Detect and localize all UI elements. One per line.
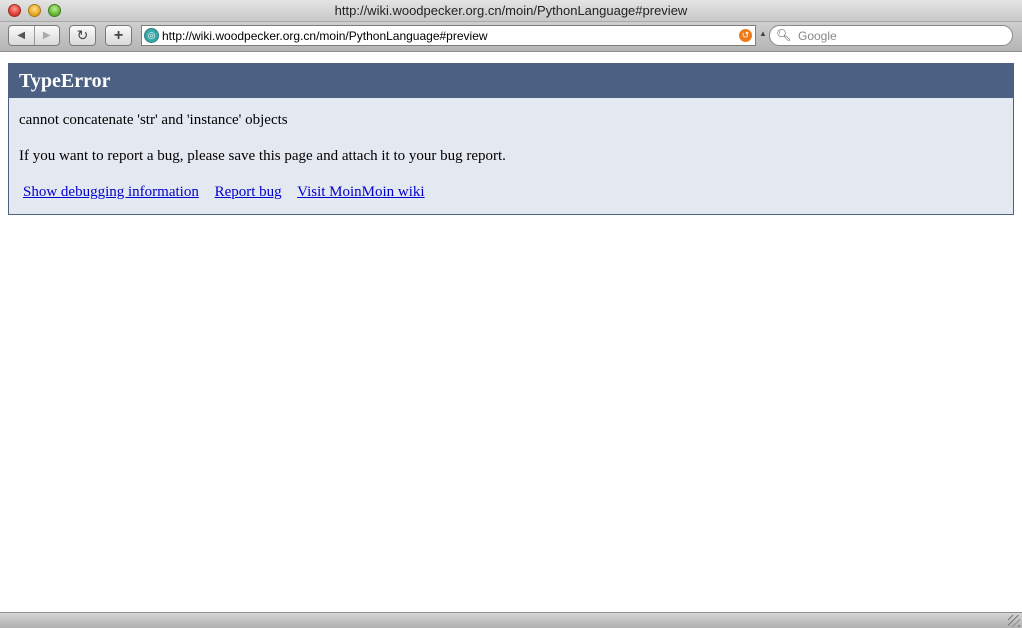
- back-arrow-icon: ◀: [17, 30, 26, 41]
- address-bar[interactable]: ◎ http://wiki.woodpecker.org.cn/moin/Pyt…: [141, 25, 756, 46]
- status-bar: [0, 612, 1022, 628]
- reload-icon: ↻: [76, 27, 89, 43]
- browser-toolbar: ◀ ▶ ↻ + ◎ http://wiki.woodpecker.org.cn/…: [0, 22, 1022, 52]
- visit-moinmoin-link[interactable]: Visit MoinMoin wiki: [297, 184, 424, 200]
- error-header: [9, 64, 1013, 98]
- resize-grip[interactable]: [1008, 615, 1020, 627]
- search-field[interactable]: 🔍︎ Google: [769, 25, 1013, 46]
- window-title: http://wiki.woodpecker.org.cn/moin/Pytho…: [334, 3, 688, 18]
- error-panel: TypeError cannot concatenate 'str' and '…: [8, 63, 1014, 215]
- show-debugging-link[interactable]: Show debugging information: [23, 184, 199, 200]
- back-button[interactable]: ◀: [9, 26, 35, 45]
- snapback-icon[interactable]: ↺: [739, 29, 752, 42]
- search-icon[interactable]: 🔍︎: [776, 28, 791, 42]
- add-bookmark-button[interactable]: +: [105, 25, 132, 46]
- window-titlebar: http://wiki.woodpecker.org.cn/moin/Pytho…: [0, 0, 1022, 22]
- report-bug-link[interactable]: Report bug: [215, 184, 282, 200]
- site-favicon-icon: ◎: [144, 28, 159, 43]
- error-hint: If you want to report a bug, please save…: [19, 148, 506, 164]
- forward-arrow-icon: ▶: [42, 30, 51, 41]
- plus-icon: +: [113, 26, 124, 44]
- error-message: cannot concatenate 'str' and 'instance' …: [19, 112, 288, 128]
- url-input[interactable]: http://wiki.woodpecker.org.cn/moin/Pytho…: [162, 29, 488, 43]
- navigation-buttons: ◀ ▶: [8, 25, 60, 46]
- url-history-icon[interactable]: ▲: [759, 29, 767, 38]
- error-links: Show debugging information Report bug Vi…: [23, 184, 437, 201]
- search-input[interactable]: Google: [798, 29, 837, 43]
- error-title: TypeError: [19, 70, 111, 92]
- reload-button[interactable]: ↻: [69, 25, 96, 46]
- forward-button[interactable]: ▶: [35, 26, 60, 45]
